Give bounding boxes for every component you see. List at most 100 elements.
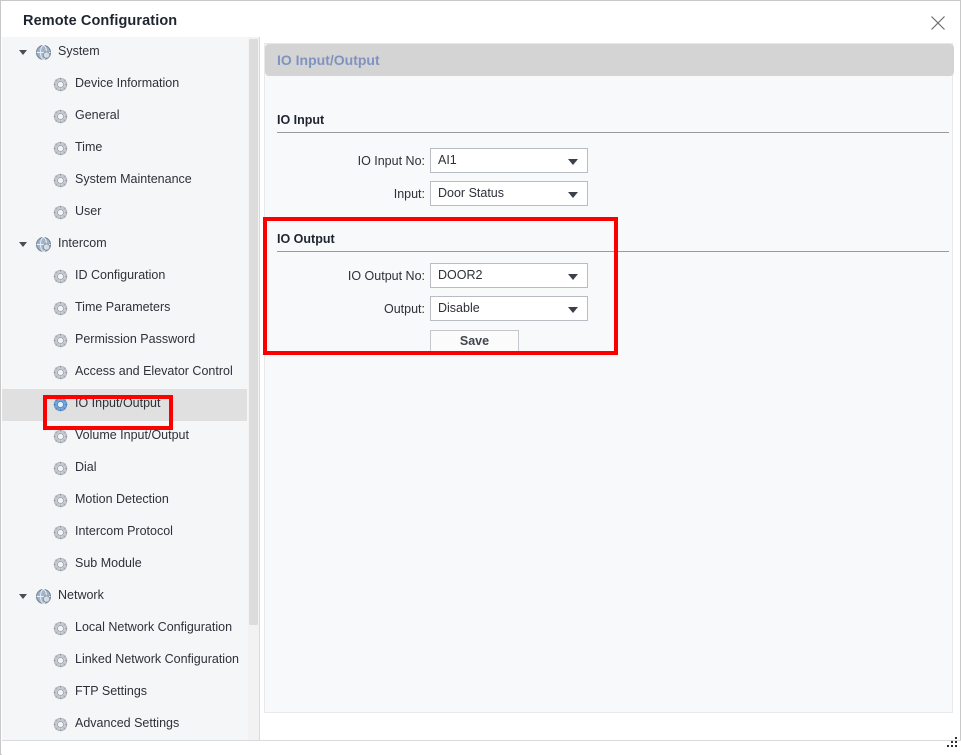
sidebar-item-permission-password[interactable]: Permission Password xyxy=(2,325,247,357)
sidebar-item-label: Sub Module xyxy=(75,556,142,570)
chevron-down-icon[interactable] xyxy=(19,242,27,247)
sidebar-item-linked-network-configuration[interactable]: Linked Network Configuration xyxy=(2,645,247,677)
sidebar-item-label: FTP Settings xyxy=(75,684,148,698)
sidebar-item-label: Permission Password xyxy=(75,332,196,346)
chevron-down-icon[interactable] xyxy=(568,307,578,313)
gear-icon xyxy=(52,524,69,546)
close-icon[interactable] xyxy=(919,5,957,39)
resize-grip[interactable] xyxy=(945,737,959,751)
io-config-panel: IO Input/Output IO Input IO Input No: AI… xyxy=(264,43,954,713)
sidebar-item-label: Dial xyxy=(75,460,97,474)
sidebar-item-local-network-configuration[interactable]: Local Network Configuration xyxy=(2,613,247,645)
output-select[interactable]: Disable xyxy=(430,296,588,321)
sidebar-item-label: Linked Network Configuration xyxy=(75,652,239,666)
io-output-no-select[interactable]: DOOR2 xyxy=(430,263,588,288)
io-input-section-title: IO Input xyxy=(277,113,325,127)
sidebar-item-dial[interactable]: Dial xyxy=(2,453,247,485)
gear-icon xyxy=(52,140,69,162)
gear-icon xyxy=(52,300,69,322)
sidebar-item-time[interactable]: Time xyxy=(2,133,247,165)
sidebar-item-label: General xyxy=(75,108,120,122)
gear-icon xyxy=(52,396,69,418)
gear-icon xyxy=(52,76,69,98)
gear-icon xyxy=(52,684,69,706)
sidebar-item-volume-input-output[interactable]: Volume Input/Output xyxy=(2,421,247,453)
sidebar-item-system-maintenance[interactable]: System Maintenance xyxy=(2,165,247,197)
window-bottom-strip xyxy=(2,740,961,755)
io-input-divider xyxy=(277,132,949,133)
chevron-down-icon[interactable] xyxy=(19,594,27,599)
input-value: Door Status xyxy=(438,186,505,200)
gear-icon xyxy=(52,332,69,354)
page-title: Remote Configuration xyxy=(23,13,178,29)
sidebar-item-access-and-elevator-control[interactable]: Access and Elevator Control xyxy=(2,357,247,389)
sidebar-item-label: Intercom Protocol xyxy=(75,524,173,538)
io-input-no-value: AI1 xyxy=(438,153,457,167)
chevron-down-icon[interactable] xyxy=(568,159,578,165)
panel-header: IO Input/Output xyxy=(265,44,954,76)
sidebar-scrollbar-thumb[interactable] xyxy=(249,39,258,625)
sidebar-item-general[interactable]: General xyxy=(2,101,247,133)
gear-icon xyxy=(52,268,69,290)
chevron-down-icon[interactable] xyxy=(568,192,578,198)
chevron-down-icon[interactable] xyxy=(19,50,27,55)
sidebar-group-label: Network xyxy=(58,588,104,602)
sidebar-item-io-input-output[interactable]: IO Input/Output xyxy=(2,389,247,421)
sidebar-item-label: Time xyxy=(75,140,103,154)
sidebar-item-label: IO Input/Output xyxy=(75,396,161,410)
io-output-no-label: IO Output No: xyxy=(347,269,425,283)
sidebar-item-advanced-settings[interactable]: Advanced Settings xyxy=(2,709,247,740)
sidebar-item-ftp-settings[interactable]: FTP Settings xyxy=(2,677,247,709)
io-output-divider xyxy=(277,251,949,252)
navigation-sidebar[interactable]: System Device Information General Time S xyxy=(2,37,260,740)
gear-icon xyxy=(52,460,69,482)
output-value: Disable xyxy=(438,301,480,315)
sidebar-item-label: ID Configuration xyxy=(75,268,166,282)
content-area: IO Input/Output IO Input IO Input No: AI… xyxy=(260,37,959,740)
gear-icon xyxy=(52,556,69,578)
sidebar-group-network[interactable]: Network xyxy=(2,581,247,613)
sidebar-group-label: System xyxy=(58,44,100,58)
sidebar-group-label: Intercom xyxy=(58,236,107,250)
output-label: Output: xyxy=(384,302,425,316)
sidebar-item-id-configuration[interactable]: ID Configuration xyxy=(2,261,247,293)
sidebar-group-intercom[interactable]: Intercom xyxy=(2,229,247,261)
globe-icon xyxy=(35,588,52,610)
panel-header-title: IO Input/Output xyxy=(277,52,380,68)
sidebar-group-system[interactable]: System xyxy=(2,37,247,69)
sidebar-item-label: Time Parameters xyxy=(75,300,171,314)
sidebar-item-label: Motion Detection xyxy=(75,492,169,506)
sidebar-item-label: System Maintenance xyxy=(75,172,192,186)
input-select[interactable]: Door Status xyxy=(430,181,588,206)
chevron-down-icon[interactable] xyxy=(568,274,578,280)
gear-icon xyxy=(52,428,69,450)
globe-icon xyxy=(35,44,52,66)
save-button[interactable]: Save xyxy=(430,330,519,352)
content-right-gutter xyxy=(956,37,960,740)
io-output-no-value: DOOR2 xyxy=(438,268,483,282)
title-bar: Remote Configuration xyxy=(1,1,960,37)
io-output-section-title: IO Output xyxy=(277,232,335,246)
sidebar-item-sub-module[interactable]: Sub Module xyxy=(2,549,247,581)
remote-configuration-window: Remote Configuration System Device Infor… xyxy=(0,0,961,755)
gear-icon xyxy=(52,364,69,386)
sidebar-item-label: Device Information xyxy=(75,76,180,90)
sidebar-item-motion-detection[interactable]: Motion Detection xyxy=(2,485,247,517)
sidebar-item-label: Volume Input/Output xyxy=(75,428,189,442)
gear-icon xyxy=(52,172,69,194)
input-label: Input: xyxy=(393,187,425,201)
sidebar-item-label: Advanced Settings xyxy=(75,716,180,730)
sidebar-item-intercom-protocol[interactable]: Intercom Protocol xyxy=(2,517,247,549)
sidebar-item-label: Access and Elevator Control xyxy=(75,364,233,378)
gear-icon xyxy=(52,716,69,738)
io-input-no-select[interactable]: AI1 xyxy=(430,148,588,173)
sidebar-item-time-parameters[interactable]: Time Parameters xyxy=(2,293,247,325)
sidebar-item-label: User xyxy=(75,204,102,218)
gear-icon xyxy=(52,108,69,130)
gear-icon xyxy=(52,492,69,514)
gear-icon xyxy=(52,204,69,226)
sidebar-item-label: Local Network Configuration xyxy=(75,620,233,634)
sidebar-item-user[interactable]: User xyxy=(2,197,247,229)
sidebar-item-device-information[interactable]: Device Information xyxy=(2,69,247,101)
globe-icon xyxy=(35,236,52,258)
